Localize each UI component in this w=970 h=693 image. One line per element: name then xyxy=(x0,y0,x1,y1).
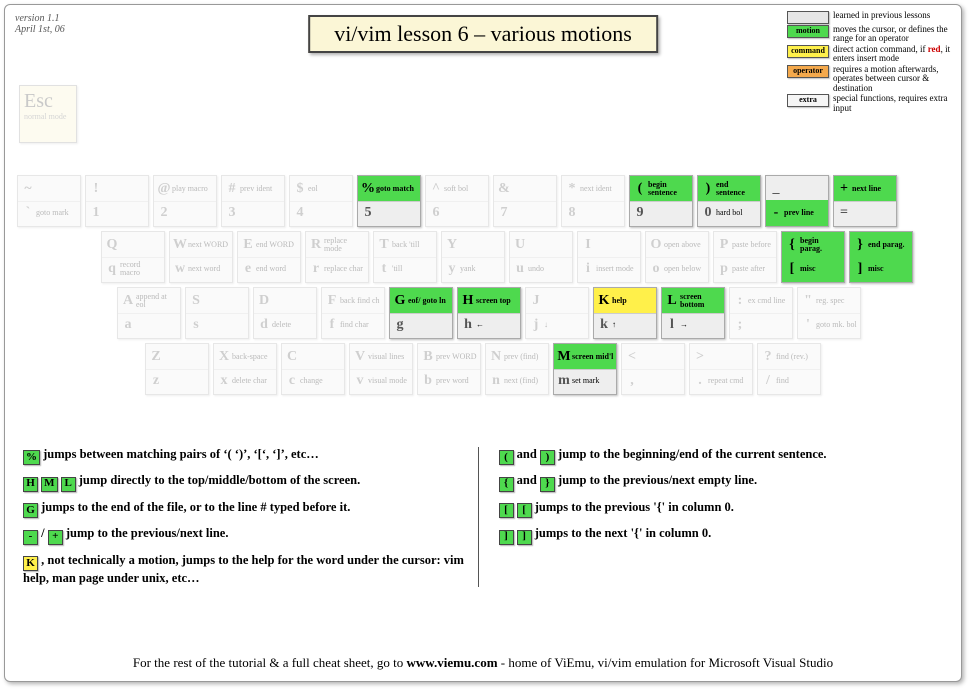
swatch-command: command xyxy=(787,45,829,58)
key->: >.repeat cmd xyxy=(689,343,753,395)
key-Q: Qqrecord macro xyxy=(101,231,165,283)
key-?: ?find (rev.)/find xyxy=(757,343,821,395)
row-home: Aappend at eolaSsDddeleteFback find chff… xyxy=(117,287,949,339)
key-!: !1 xyxy=(85,175,149,227)
key-L: Lscreen bottoml→ xyxy=(661,287,725,339)
key-+: +next line= xyxy=(833,175,897,227)
note-line: - / + jump to the previous/next line. xyxy=(23,526,468,544)
swatch-operator: operator xyxy=(787,65,829,78)
keychip-M: M xyxy=(41,477,57,492)
key-_: _-prev line xyxy=(765,175,829,227)
keychip-{: { xyxy=(499,477,514,492)
legend-operator: operator requires a motion afterwards, o… xyxy=(787,65,953,93)
legend-learned: learned in previous lessons xyxy=(787,11,953,24)
key-@: @play macro2 xyxy=(153,175,217,227)
page-title: vi/vim lesson 6 – various motions xyxy=(308,15,658,53)
key-X: Xback-spacexdelete char xyxy=(213,343,277,395)
swatch-motion: motion xyxy=(787,25,829,38)
key-}: }end parag.]misc xyxy=(849,231,913,283)
key-M: Mscreen mid'lmset mark xyxy=(553,343,617,395)
key-V: Vvisual linesvvisual mode xyxy=(349,343,413,395)
date-text: April 1st, 06 xyxy=(15,24,65,35)
key-%: %goto match5 xyxy=(357,175,421,227)
note-line: G jumps to the end of the file, or to th… xyxy=(23,500,468,518)
row-qwerty: Qqrecord macroWnext WORDwnext wordEend W… xyxy=(101,231,949,283)
key-(: (begin sentence9 xyxy=(629,175,693,227)
legend: learned in previous lessons motion moves… xyxy=(787,11,953,114)
legend-command: command direct action command, if red, i… xyxy=(787,45,953,64)
row-numbers: ~`goto mark!1@play macro2#prev ident3$eo… xyxy=(17,175,949,227)
key-U: Uuundo xyxy=(509,231,573,283)
key-&: &7 xyxy=(493,175,557,227)
legend-extra: extra special functions, requires extra … xyxy=(787,94,953,113)
key-R: Rreplace moderreplace char xyxy=(305,231,369,283)
key-B: Bprev WORDbprev word xyxy=(417,343,481,395)
key-^: ^soft bol6 xyxy=(425,175,489,227)
note-line: [ [ jumps to the previous '{' in column … xyxy=(499,500,944,518)
version-text: version 1.1 xyxy=(15,13,59,24)
version-block: version 1.1 April 1st, 06 xyxy=(15,13,65,35)
key-F: Fback find chffind char xyxy=(321,287,385,339)
notes-divider xyxy=(478,447,479,587)
key-:: :ex cmd line; xyxy=(729,287,793,339)
legend-motion: motion moves the cursor, or defines the … xyxy=(787,25,953,44)
note-line: ( and ) jump to the beginning/end of the… xyxy=(499,447,944,465)
swatch-extra: extra xyxy=(787,94,829,107)
swatch-learned xyxy=(787,11,829,24)
keychip-}: } xyxy=(540,477,555,492)
keychip-]: ] xyxy=(517,530,532,545)
keychip-G: G xyxy=(23,503,38,518)
key-E: Eend WORDeend word xyxy=(237,231,301,283)
key-A: Aappend at eola xyxy=(117,287,181,339)
key-C: Ccchange xyxy=(281,343,345,395)
note-line: K , not technically a motion, jumps to t… xyxy=(23,553,468,587)
note-line: ] ] jumps to the next '{' in column 0. xyxy=(499,526,944,544)
key-D: Dddelete xyxy=(253,287,317,339)
key-S: Ss xyxy=(185,287,249,339)
key-{: {begin parag.[misc xyxy=(781,231,845,283)
key-$: $eol4 xyxy=(289,175,353,227)
key-O: Oopen aboveoopen below xyxy=(645,231,709,283)
keychip-[: [ xyxy=(499,503,514,518)
keychip--: - xyxy=(23,530,38,545)
key-W: Wnext WORDwnext word xyxy=(169,231,233,283)
key-I: Iiinsert mode xyxy=(577,231,641,283)
keychip-L: L xyxy=(61,477,76,492)
keychip-+: + xyxy=(48,530,63,545)
key-N: Nprev (find)nnext (find) xyxy=(485,343,549,395)
row-bottom: ZzXback-spacexdelete charCcchangeVvisual… xyxy=(145,343,949,395)
note-line: % jumps between matching pairs of ‘( ‘)’… xyxy=(23,447,468,465)
keyboard: ~`goto mark!1@play macro2#prev ident3$eo… xyxy=(17,175,949,399)
notes-left: % jumps between matching pairs of ‘( ‘)’… xyxy=(23,447,468,595)
keychip-(: ( xyxy=(499,450,514,465)
key-*: *next ident8 xyxy=(561,175,625,227)
note-line: { and } jump to the previous/next empty … xyxy=(499,473,944,491)
key-J: Jj↓ xyxy=(525,287,589,339)
key-K: Khelpk↑ xyxy=(593,287,657,339)
key-<: <, xyxy=(621,343,685,395)
keychip-]: ] xyxy=(499,530,514,545)
key-~: ~`goto mark xyxy=(17,175,81,227)
key-P: Ppaste beforeppaste after xyxy=(713,231,777,283)
keychip-%: % xyxy=(23,450,40,465)
key-H: Hscreen toph← xyxy=(457,287,521,339)
notes-right: ( and ) jump to the beginning/end of the… xyxy=(499,447,944,595)
footer-url: www.viemu.com xyxy=(407,655,498,670)
key-): )end sentence0hard bol xyxy=(697,175,761,227)
cheatsheet-page: version 1.1 April 1st, 06 vi/vim lesson … xyxy=(4,4,962,682)
key-#: #prev ident3 xyxy=(221,175,285,227)
key-G: Geof/ goto lng xyxy=(389,287,453,339)
key-Z: Zz xyxy=(145,343,209,395)
key-Y: Yyyank xyxy=(441,231,505,283)
key-T: Tback 'tillt'till xyxy=(373,231,437,283)
note-line: H M L jump directly to the top/middle/bo… xyxy=(23,473,468,491)
keychip-): ) xyxy=(540,450,555,465)
esc-key: Esc normal mode xyxy=(19,85,77,143)
keychip-H: H xyxy=(23,477,38,492)
footer: For the rest of the tutorial & a full ch… xyxy=(5,655,961,671)
keychip-[: [ xyxy=(517,503,532,518)
keychip-K: K xyxy=(23,556,38,571)
notes: % jumps between matching pairs of ‘( ‘)’… xyxy=(23,447,943,595)
key-": "reg. spec'goto mk. bol xyxy=(797,287,861,339)
